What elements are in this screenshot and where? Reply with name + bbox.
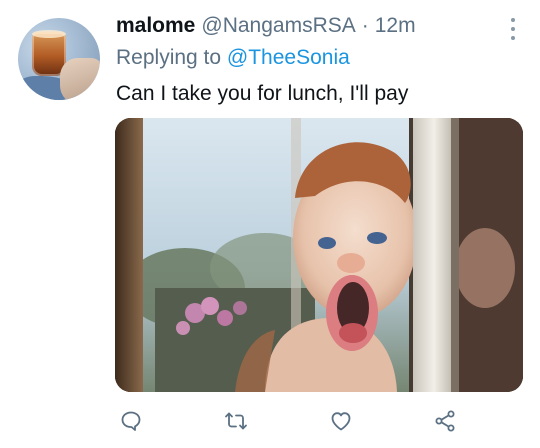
retweet-icon[interactable] <box>220 405 252 437</box>
tweet-text: Can I take you for lunch, I'll pay <box>116 82 409 105</box>
replying-to-mention[interactable]: @TheeSonia <box>227 46 350 69</box>
tweet-time[interactable]: 12m <box>375 14 416 38</box>
tweet-media[interactable] <box>115 118 523 392</box>
media-photo <box>115 118 523 392</box>
replying-prefix: Replying to <box>116 46 222 69</box>
replying-to: Replying to @TheeSonia <box>116 46 350 70</box>
header-separator: · <box>361 14 369 37</box>
tweet-header: malome @NangamsRSA · 12m <box>116 14 416 44</box>
avatar-hand <box>60 58 100 100</box>
tweet-actions <box>115 405 523 437</box>
avatar-glass-top <box>32 30 66 38</box>
share-icon[interactable] <box>429 405 461 437</box>
author-handle[interactable]: @NangamsRSA <box>201 14 355 38</box>
author-name[interactable]: malome <box>116 14 195 38</box>
reply-icon[interactable] <box>115 405 147 437</box>
avatar[interactable] <box>18 18 100 100</box>
more-vertical-icon[interactable] <box>508 18 518 40</box>
tweet[interactable]: malome @NangamsRSA · 12m Replying to @Th… <box>0 0 540 448</box>
heart-icon[interactable] <box>325 405 357 437</box>
